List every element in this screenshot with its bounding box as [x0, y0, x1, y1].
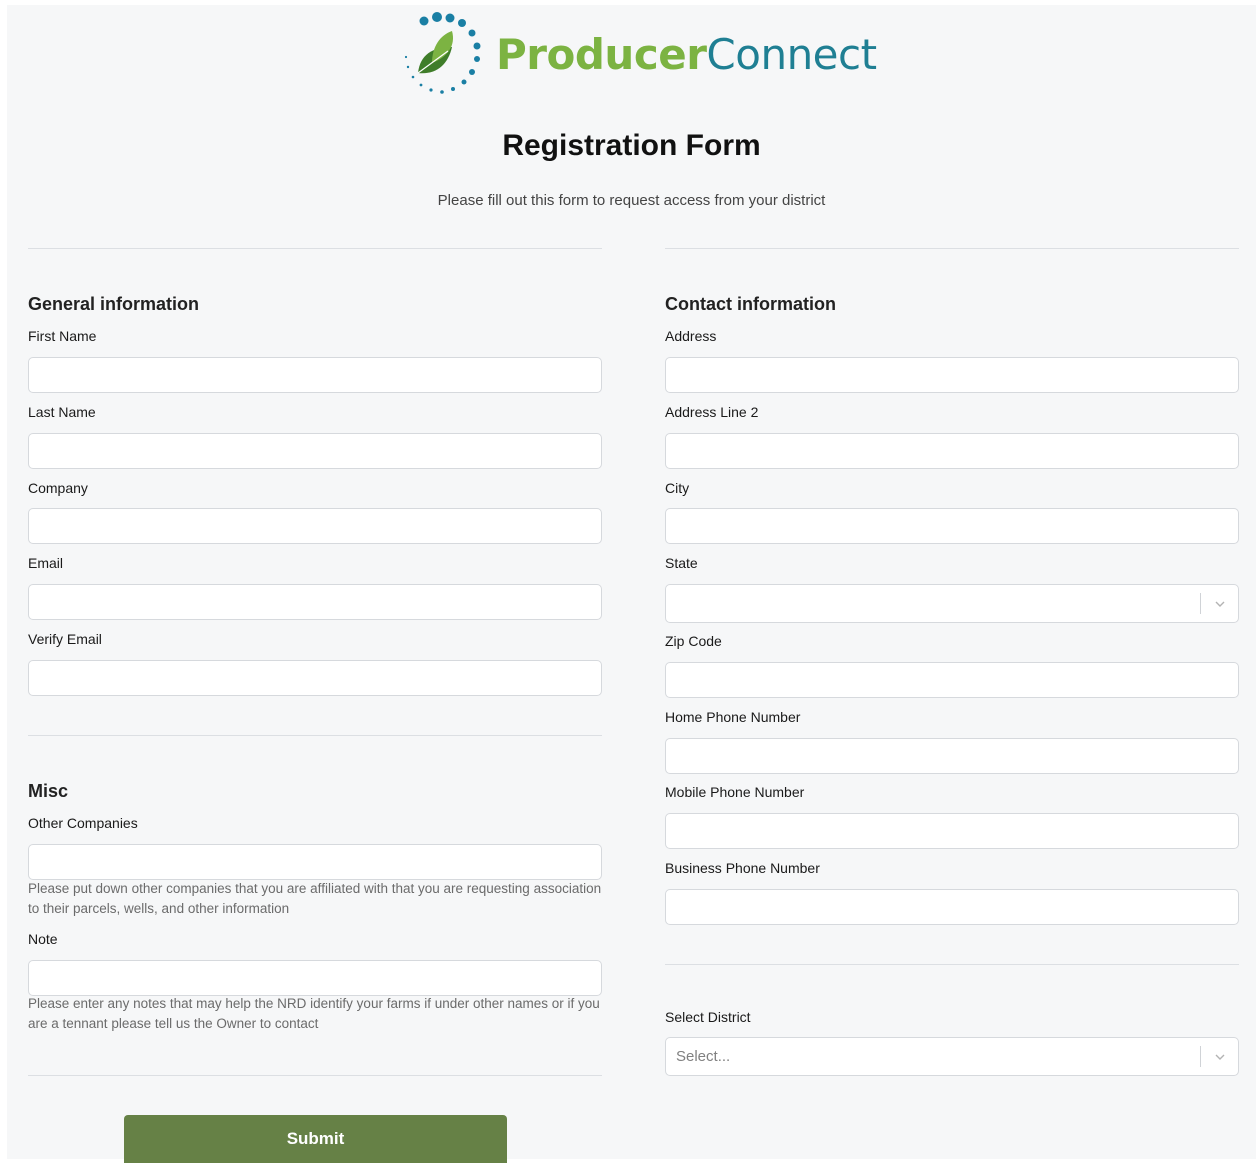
first-name-input[interactable]	[28, 357, 602, 393]
address2-input[interactable]	[665, 433, 1239, 469]
divider-left-mid	[28, 735, 602, 736]
email-input[interactable]	[28, 584, 602, 620]
brand-logo: ProducerConnect	[402, 11, 877, 101]
divider-left-bottom	[28, 1075, 602, 1076]
divider-right-top	[665, 248, 1239, 249]
address-input[interactable]	[665, 357, 1239, 393]
last-name-label: Last Name	[28, 404, 96, 420]
producerconnect-leaf-logo-icon	[404, 12, 481, 94]
other-companies-label: Other Companies	[28, 815, 138, 831]
brand-wordmark: ProducerConnect	[496, 31, 877, 79]
first-name-label: First Name	[28, 328, 97, 344]
note-input[interactable]	[28, 960, 602, 996]
zip-input[interactable]	[665, 662, 1239, 698]
other-companies-input[interactable]	[28, 844, 602, 880]
verify-email-label: Verify Email	[28, 631, 102, 647]
business-phone-label: Business Phone Number	[665, 860, 820, 876]
home-phone-input[interactable]	[665, 738, 1239, 774]
company-label: Company	[28, 480, 88, 496]
misc-section-title: Misc	[28, 781, 69, 801]
note-help-text: Please enter any notes that may help the…	[28, 996, 600, 1031]
district-select[interactable]: Select...	[665, 1037, 1239, 1076]
general-section-title: General information	[28, 294, 200, 314]
mobile-phone-input[interactable]	[665, 813, 1239, 849]
divider-left-top	[28, 248, 602, 249]
city-input[interactable]	[665, 508, 1239, 544]
registration-page: ProducerConnect Registration Form Please…	[7, 5, 1256, 1163]
company-input[interactable]	[28, 508, 602, 544]
note-label: Note	[28, 931, 58, 947]
other-companies-help-text: Please put down other companies that you…	[28, 881, 602, 916]
last-name-input[interactable]	[28, 433, 602, 469]
address2-label: Address Line 2	[665, 404, 759, 420]
email-label: Email	[28, 555, 64, 571]
divider-right-mid	[665, 964, 1239, 965]
state-select[interactable]	[665, 584, 1239, 623]
page-subtitle: Please fill out this form to request acc…	[437, 192, 826, 209]
verify-email-input[interactable]	[28, 660, 602, 696]
page-title: Registration Form	[502, 129, 761, 162]
address-label: Address	[665, 328, 717, 344]
district-select-placeholder: Select...	[676, 1048, 731, 1065]
zip-label: Zip Code	[665, 633, 722, 649]
home-phone-label: Home Phone Number	[665, 709, 801, 725]
state-label: State	[665, 555, 698, 571]
business-phone-input[interactable]	[665, 889, 1239, 925]
brand-name-part2: Connect	[706, 30, 877, 79]
contact-section-title: Contact information	[665, 294, 836, 314]
submit-button[interactable]: Submit	[124, 1115, 507, 1163]
select-separator	[1200, 593, 1201, 614]
city-label: City	[665, 480, 690, 496]
mobile-phone-label: Mobile Phone Number	[665, 784, 805, 800]
select-separator	[1200, 1046, 1201, 1067]
chevron-down-icon[interactable]	[1214, 598, 1226, 610]
select-district-label: Select District	[665, 1009, 751, 1025]
chevron-down-icon[interactable]	[1214, 1051, 1226, 1063]
brand-name-part1: Producer	[496, 30, 707, 79]
